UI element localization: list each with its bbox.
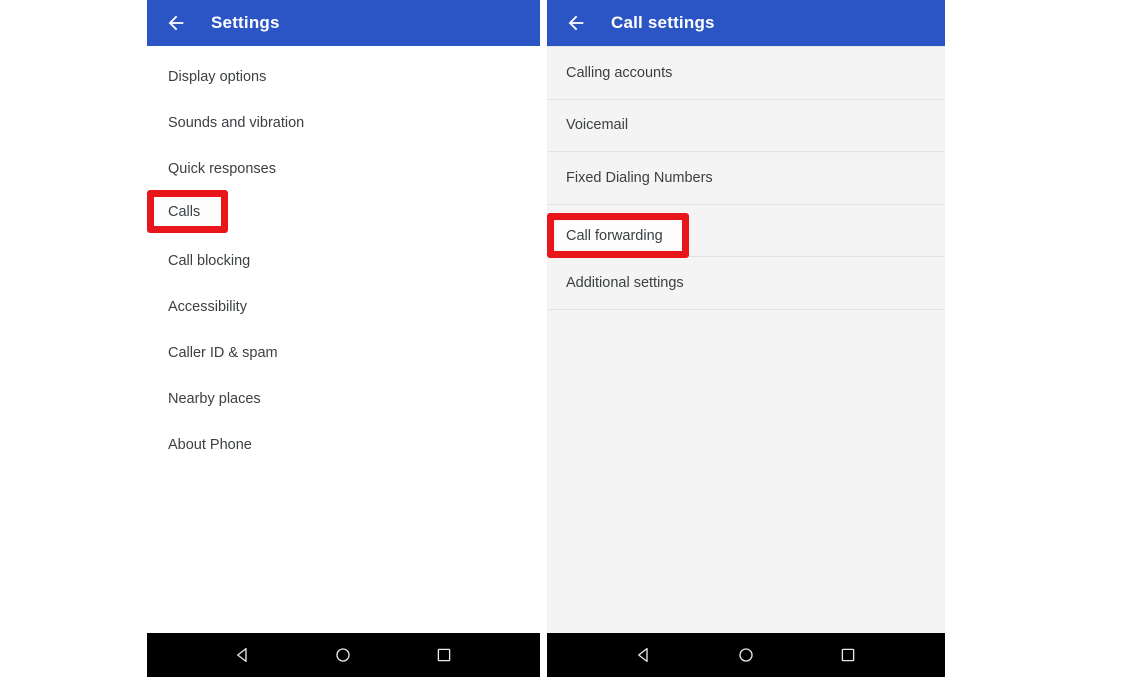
arrow-left-icon[interactable] — [165, 12, 187, 34]
settings-item-call-blocking[interactable]: Call blocking — [147, 238, 540, 284]
settings-item-accessibility[interactable]: Accessibility — [147, 284, 540, 330]
settings-item-nearby-places[interactable]: Nearby places — [147, 376, 540, 422]
nav-recents-icon[interactable] — [433, 644, 455, 666]
nav-back-icon[interactable] — [633, 644, 655, 666]
settings-item-quick-responses[interactable]: Quick responses — [147, 146, 540, 192]
arrow-left-icon[interactable] — [565, 12, 587, 34]
settings-appbar: Settings — [147, 0, 540, 46]
settings-item-sounds-and-vibration[interactable]: Sounds and vibration — [147, 100, 540, 146]
nav-recents-icon[interactable] — [837, 644, 859, 666]
call-settings-item-fixed-dialing-numbers[interactable]: Fixed Dialing Numbers — [547, 152, 945, 205]
settings-item-label: Call blocking — [168, 253, 251, 269]
settings-item-label: Caller ID & spam — [168, 345, 278, 361]
settings-item-label: About Phone — [168, 437, 252, 453]
settings-screen: Settings Display options Sounds and vibr… — [147, 0, 540, 677]
settings-item-caller-id-and-spam[interactable]: Caller ID & spam — [147, 330, 540, 376]
call-settings-list: Calling accounts Voicemail Fixed Dialing… — [547, 46, 945, 633]
settings-item-display-options[interactable]: Display options — [147, 54, 540, 100]
call-settings-item-label: Calling accounts — [566, 64, 673, 81]
settings-item-label: Display options — [168, 69, 267, 85]
nav-home-icon[interactable] — [332, 644, 354, 666]
settings-item-label: Nearby places — [168, 391, 261, 407]
settings-item-label: Quick responses — [168, 161, 276, 177]
settings-list: Display options Sounds and vibration Qui… — [147, 46, 540, 633]
call-settings-item-label: Additional settings — [566, 274, 684, 291]
call-settings-item-label: Voicemail — [566, 117, 629, 134]
call-settings-item-additional-settings[interactable]: Additional settings — [547, 257, 945, 310]
settings-item-about-phone[interactable]: About Phone — [147, 422, 540, 468]
call-settings-item-calling-accounts[interactable]: Calling accounts — [547, 47, 945, 100]
nav-home-icon[interactable] — [735, 644, 757, 666]
call-settings-item-label: Fixed Dialing Numbers — [566, 169, 713, 186]
settings-item-label: Accessibility — [168, 299, 247, 315]
settings-title: Settings — [211, 13, 280, 32]
call-settings-title: Call settings — [611, 13, 715, 32]
settings-item-label: Sounds and vibration — [168, 115, 305, 131]
call-settings-item-voicemail[interactable]: Voicemail — [547, 99, 945, 152]
call-settings-item-call-forwarding[interactable]: Call forwarding — [547, 204, 945, 257]
call-settings-appbar: Call settings — [547, 0, 945, 46]
nav-back-icon[interactable] — [232, 644, 254, 666]
call-settings-navigation-bar — [547, 633, 945, 677]
settings-navigation-bar — [147, 633, 540, 677]
call-settings-screen: Call settings Calling accounts Voicemail… — [547, 0, 945, 677]
settings-item-calls[interactable]: Calls — [147, 192, 540, 238]
